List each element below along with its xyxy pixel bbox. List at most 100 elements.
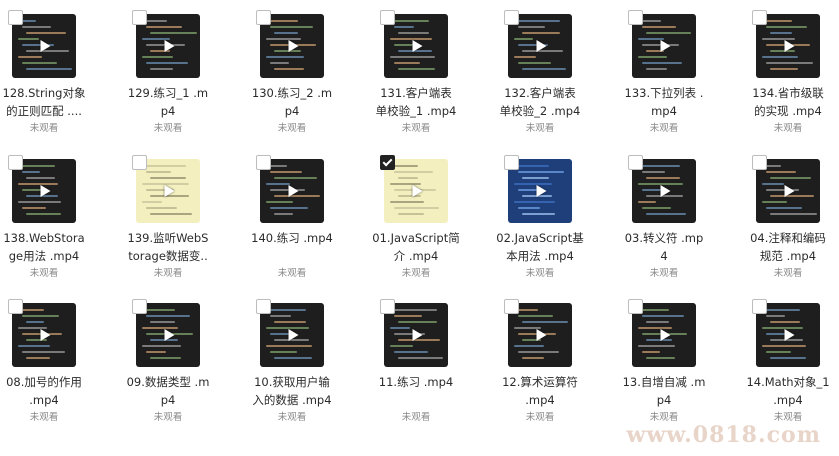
play-icon — [288, 329, 299, 341]
select-checkbox[interactable] — [132, 299, 147, 314]
play-icon — [536, 185, 547, 197]
file-name: 03.转义符 .mp 4 — [624, 231, 704, 263]
play-icon — [412, 185, 423, 197]
play-icon — [660, 185, 671, 197]
select-checkbox[interactable] — [256, 155, 271, 170]
video-file-item[interactable]: 140.练习 .mp4 未观看 — [230, 145, 354, 291]
video-file-item[interactable]: 14.Math对象_1 .mp4 未观看 — [726, 289, 839, 435]
video-file-item[interactable]: 12.算术运算符 .mp4 未观看 — [478, 289, 602, 435]
file-name: 08.加号的作用 .mp4 — [6, 375, 82, 407]
play-icon — [164, 329, 175, 341]
video-file-item[interactable]: 128.String对象 的正则匹配 .... 未观看 — [0, 0, 106, 146]
play-icon — [660, 40, 671, 52]
file-name: 139.监听WebS torage数据变.. — [127, 231, 209, 263]
file-name: 131.客户端表 单校验_1 .mp4 — [375, 86, 457, 118]
watch-status: 未观看 — [277, 268, 307, 279]
watch-status: 未观看 — [649, 412, 679, 423]
watch-status: 未观看 — [773, 123, 803, 134]
select-checkbox[interactable] — [132, 10, 147, 25]
select-checkbox[interactable] — [8, 299, 23, 314]
file-name: 14.Math对象_1 .mp4 — [746, 375, 830, 407]
file-name: 132.客户端表 单校验_2 .mp4 — [499, 86, 581, 118]
file-name: 01.JavaScript简 介 .mp4 — [372, 231, 460, 263]
watch-status: 未观看 — [153, 268, 183, 279]
watch-status: 未观看 — [649, 268, 679, 279]
play-icon — [40, 40, 51, 52]
watch-status: 未观看 — [525, 268, 555, 279]
watch-status: 未观看 — [277, 123, 307, 134]
file-name: 12.算术运算符 .mp4 — [502, 375, 578, 407]
play-icon — [784, 329, 795, 341]
video-file-item[interactable]: 03.转义符 .mp 4 未观看 — [602, 145, 726, 291]
video-file-item[interactable]: 129.练习_1 .m p4 未观看 — [106, 0, 230, 146]
video-file-item[interactable]: 04.注释和编码 规范 .mp4 未观看 — [726, 145, 839, 291]
watermark: www.0818.com — [626, 422, 821, 448]
play-icon — [40, 185, 51, 197]
select-checkbox[interactable] — [256, 10, 271, 25]
select-checkbox[interactable] — [380, 155, 395, 170]
watch-status: 未观看 — [649, 123, 679, 134]
watch-status: 未观看 — [29, 412, 59, 423]
play-icon — [412, 329, 423, 341]
video-file-item[interactable]: 11.练习 .mp4 未观看 — [354, 289, 478, 435]
play-icon — [784, 185, 795, 197]
select-checkbox[interactable] — [628, 10, 643, 25]
select-checkbox[interactable] — [256, 299, 271, 314]
file-name: 128.String对象 的正则匹配 .... — [2, 86, 86, 118]
video-file-item[interactable]: 131.客户端表 单校验_1 .mp4 未观看 — [354, 0, 478, 146]
play-icon — [412, 40, 423, 52]
video-file-item[interactable]: 138.WebStora ge用法 .mp4 未观看 — [0, 145, 106, 291]
video-file-item[interactable]: 134.省市级联 的实现 .mp4 未观看 — [726, 0, 839, 146]
play-icon — [660, 329, 671, 341]
watch-status: 未观看 — [29, 268, 59, 279]
file-name: 140.练习 .mp4 — [251, 231, 333, 245]
select-checkbox[interactable] — [752, 10, 767, 25]
play-icon — [164, 40, 175, 52]
video-file-item[interactable]: 133.下拉列表 . mp4 未观看 — [602, 0, 726, 146]
select-checkbox[interactable] — [504, 10, 519, 25]
video-file-item[interactable]: 130.练习_2 .m p4 未观看 — [230, 0, 354, 146]
select-checkbox[interactable] — [8, 10, 23, 25]
select-checkbox[interactable] — [752, 155, 767, 170]
watch-status: 未观看 — [153, 412, 183, 423]
file-name: 134.省市级联 的实现 .mp4 — [752, 86, 824, 118]
file-name: 02.JavaScript基 本用法 .mp4 — [496, 231, 584, 263]
watch-status: 未观看 — [277, 412, 307, 423]
file-name: 133.下拉列表 . mp4 — [624, 86, 704, 118]
play-icon — [784, 40, 795, 52]
file-name: 09.数据类型 .m p4 — [126, 375, 210, 407]
play-icon — [164, 185, 175, 197]
select-checkbox[interactable] — [380, 299, 395, 314]
select-checkbox[interactable] — [628, 155, 643, 170]
video-file-item[interactable]: 13.自增自减 .m p4 未观看 — [602, 289, 726, 435]
select-checkbox[interactable] — [628, 299, 643, 314]
video-file-item[interactable]: 02.JavaScript基 本用法 .mp4 未观看 — [478, 145, 602, 291]
watch-status: 未观看 — [525, 412, 555, 423]
video-file-item[interactable]: 10.获取用户输 入的数据 .mp4 未观看 — [230, 289, 354, 435]
select-checkbox[interactable] — [752, 299, 767, 314]
video-file-item[interactable]: 139.监听WebS torage数据变.. 未观看 — [106, 145, 230, 291]
select-checkbox[interactable] — [8, 155, 23, 170]
play-icon — [536, 329, 547, 341]
select-checkbox[interactable] — [504, 299, 519, 314]
watch-status: 未观看 — [153, 123, 183, 134]
watch-status: 未观看 — [29, 123, 59, 134]
video-file-item[interactable]: 01.JavaScript简 介 .mp4 未观看 — [354, 145, 478, 291]
watch-status: 未观看 — [773, 268, 803, 279]
file-name: 10.获取用户输 入的数据 .mp4 — [252, 375, 332, 407]
file-name: 11.练习 .mp4 — [378, 375, 454, 389]
watch-status: 未观看 — [401, 268, 431, 279]
video-file-item[interactable]: 08.加号的作用 .mp4 未观看 — [0, 289, 106, 435]
select-checkbox[interactable] — [132, 155, 147, 170]
file-name: 138.WebStora ge用法 .mp4 — [3, 231, 85, 263]
file-name: 130.练习_2 .m p4 — [251, 86, 333, 118]
video-file-item[interactable]: 09.数据类型 .m p4 未观看 — [106, 289, 230, 435]
watch-status: 未观看 — [773, 412, 803, 423]
file-name: 13.自增自减 .m p4 — [622, 375, 706, 407]
file-name: 129.练习_1 .m p4 — [127, 86, 209, 118]
select-checkbox[interactable] — [504, 155, 519, 170]
select-checkbox[interactable] — [380, 10, 395, 25]
video-file-item[interactable]: 132.客户端表 单校验_2 .mp4 未观看 — [478, 0, 602, 146]
watch-status: 未观看 — [401, 412, 431, 423]
play-icon — [288, 40, 299, 52]
